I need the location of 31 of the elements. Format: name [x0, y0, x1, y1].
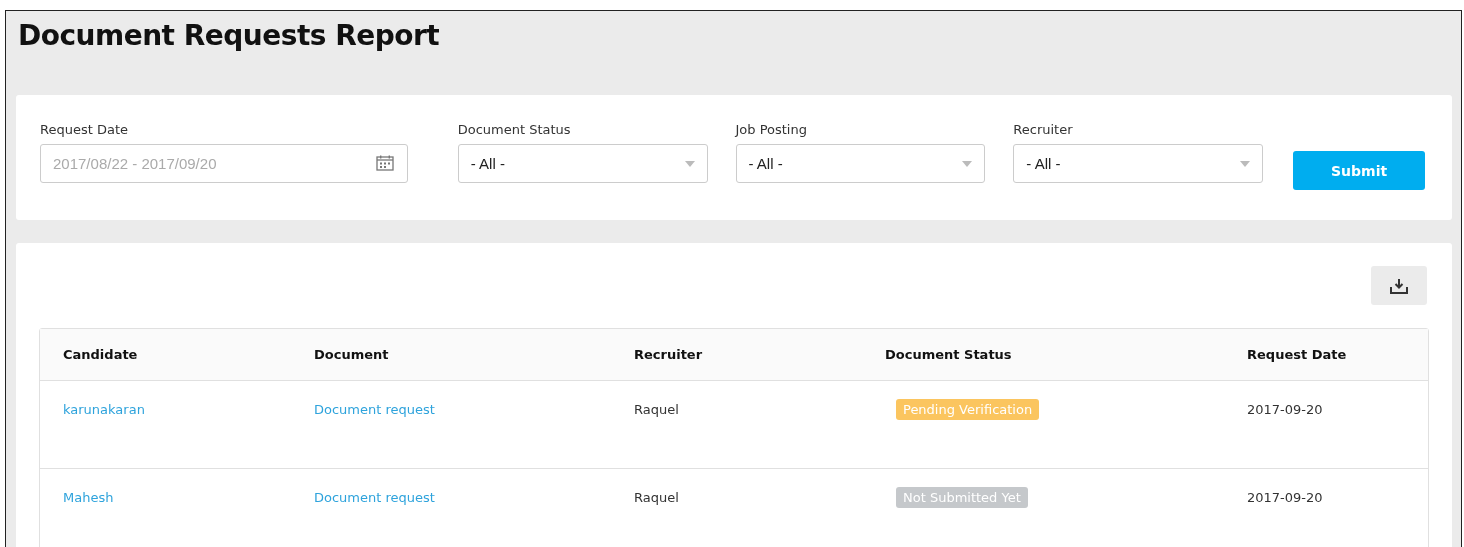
calendar-icon [375, 155, 394, 171]
filter-label: Job Posting [735, 123, 807, 139]
column-header: Document [314, 347, 390, 362]
status-badge: Not Submitted Yet [896, 487, 1028, 508]
date-range-field[interactable]: 2017/08/22 - 2017/09/20 [40, 144, 408, 183]
column-header: Recruiter [634, 347, 704, 362]
caret-icon [962, 160, 973, 167]
column-header: Request Date [1247, 347, 1348, 362]
filter-label: Request Date [40, 123, 128, 139]
document-link[interactable]: Document request [314, 402, 435, 417]
table-cell: 2017-09-20 [1247, 490, 1323, 505]
document-link[interactable]: Document request [314, 490, 435, 505]
download-button[interactable] [1371, 266, 1427, 305]
dropdown[interactable]: - All - [735, 144, 986, 183]
caret-icon [1240, 160, 1251, 167]
dropdown[interactable]: - All - [1013, 144, 1264, 183]
table-cell: Raquel [634, 402, 679, 417]
filter-label: Document Status [457, 123, 571, 139]
candidate-link[interactable]: karunakaran [63, 402, 145, 417]
table-cell: 2017-09-20 [1247, 402, 1323, 417]
table-cell: Raquel [634, 490, 679, 505]
submit-button[interactable]: Submit [1293, 151, 1425, 190]
page-title: Document Requests Report [18, 19, 440, 54]
download-icon [1390, 277, 1408, 294]
filter-label: Recruiter [1013, 123, 1073, 139]
dropdown[interactable]: - All - [457, 144, 708, 183]
caret-icon [684, 160, 695, 167]
column-header: Candidate [63, 347, 139, 362]
candidate-link[interactable]: Mahesh [63, 490, 114, 505]
column-header: Document Status [885, 347, 1013, 362]
status-badge: Pending Verification [896, 399, 1040, 420]
